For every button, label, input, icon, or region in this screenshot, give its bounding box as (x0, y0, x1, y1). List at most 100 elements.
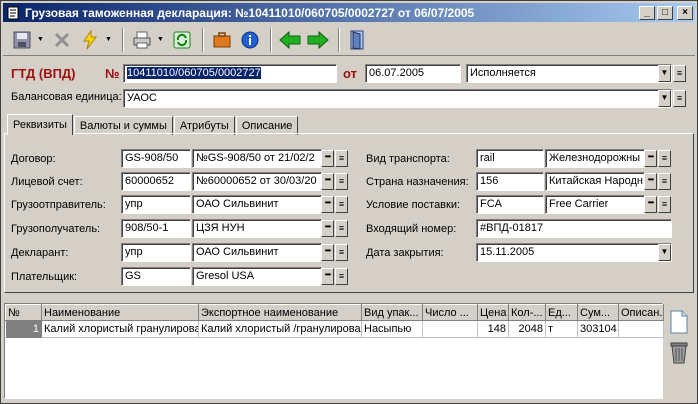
toolbar-separator (338, 27, 340, 52)
closing-date-select[interactable]: 15.11.2005 (476, 243, 672, 262)
cell-name[interactable]: Калий хлористый гранулирова (41, 320, 199, 338)
account-label: Лицевой счет: (11, 176, 83, 188)
incoming-number-input[interactable]: #ВПД-01817 (476, 219, 672, 238)
closing-date-label: Дата закрытия: (366, 247, 444, 259)
contract-lookup-icon[interactable]: ••• (321, 150, 334, 167)
date-label: от (343, 66, 357, 81)
shipper-menu-icon[interactable]: ≡ (335, 196, 348, 213)
lightning-icon (83, 29, 97, 49)
shipper-code-input[interactable]: упр (121, 195, 191, 214)
save-dropdown-icon[interactable]: ▼ (37, 36, 45, 43)
declaration-number-text: 10411010/060705/0002727 (127, 67, 261, 79)
consignee-lookup-icon[interactable]: ••• (321, 220, 334, 237)
account-lookup-icon[interactable]: ••• (321, 173, 334, 190)
maximize-button[interactable]: □ (657, 5, 673, 20)
goods-grid[interactable]: № Наименование Экспортное наименование В… (4, 303, 664, 399)
transport-label: Вид транспорта: (366, 153, 450, 165)
cell-sum[interactable]: 303104 (577, 320, 619, 338)
refresh-icon (173, 31, 191, 48)
contract-name-field: №GS-908/50 от 21/02/2 (192, 149, 322, 168)
delivery-terms-lookup-icon[interactable]: ••• (644, 196, 657, 213)
close-button[interactable]: × (677, 5, 693, 20)
payer-menu-icon[interactable]: ≡ (335, 268, 348, 285)
cell-description[interactable] (618, 320, 664, 338)
status-select[interactable]: Исполняется (466, 64, 672, 83)
declaration-number-input[interactable]: 10411010/060705/0002727 (123, 64, 337, 83)
new-row-button[interactable] (668, 309, 694, 337)
trash-icon (670, 342, 688, 364)
col-header-quantity[interactable]: Кол-... (508, 304, 546, 321)
destination-country-code-input[interactable]: 156 (476, 172, 544, 191)
account-code-input[interactable]: 60000652 (121, 172, 191, 191)
forward-button[interactable] (305, 27, 331, 53)
cell-unit[interactable]: т (545, 320, 578, 338)
print-button[interactable] (129, 27, 155, 53)
cell-quantity[interactable]: 2048 (508, 320, 546, 338)
declarant-code-input[interactable]: упр (121, 243, 191, 262)
transport-lookup-icon[interactable]: ••• (644, 150, 657, 167)
status-menu-icon[interactable]: ≡ (673, 65, 686, 82)
save-button[interactable] (9, 27, 35, 53)
briefcase-icon (213, 31, 231, 47)
delete-button[interactable] (49, 27, 75, 53)
forward-arrow-icon (307, 30, 329, 49)
consignee-name-field: ЦЗЯ НУН (192, 219, 322, 238)
balance-menu-icon[interactable]: ≡ (673, 90, 686, 107)
execute-button[interactable] (77, 27, 103, 53)
col-header-package-type[interactable]: Вид упак... (361, 304, 423, 321)
account-menu-icon[interactable]: ≡ (335, 173, 348, 190)
table-row[interactable]: 1 Калий хлористый гранулирова Калий хлор… (5, 320, 664, 338)
cell-price[interactable]: 148 (477, 320, 509, 338)
delivery-terms-code-input[interactable]: FCA (476, 195, 544, 214)
col-header-price[interactable]: Цена (477, 304, 509, 321)
delivery-terms-name-field: Free Carrier (545, 195, 645, 214)
title-bar[interactable]: Грузовая таможенная декларация: №1041101… (3, 3, 695, 22)
print-dropdown-icon[interactable]: ▼ (157, 36, 165, 43)
transport-menu-icon[interactable]: ≡ (658, 150, 671, 167)
contract-menu-icon[interactable]: ≡ (335, 150, 348, 167)
info-button[interactable] (237, 27, 263, 53)
payer-code-input[interactable]: GS (121, 267, 191, 286)
delivery-terms-menu-icon[interactable]: ≡ (658, 196, 671, 213)
balance-unit-select[interactable]: УАОС (123, 89, 672, 108)
col-header-description[interactable]: Описан... (618, 304, 664, 321)
cell-package-type[interactable]: Насыпью (361, 320, 423, 338)
declarant-menu-icon[interactable]: ≡ (335, 244, 348, 261)
minimize-button[interactable]: _ (639, 5, 655, 20)
exit-button[interactable] (345, 27, 371, 53)
contract-code-input[interactable]: GS-908/50 (121, 149, 191, 168)
refresh-button[interactable] (169, 27, 195, 53)
col-header-sum[interactable]: Сум... (577, 304, 619, 321)
transport-code-input[interactable]: rail (476, 149, 544, 168)
declarant-name-field: ОАО Сильвинит (192, 243, 322, 262)
toolbar-separator (202, 27, 204, 52)
delete-row-button[interactable] (668, 339, 694, 367)
closing-date-dropdown-icon[interactable]: ▼ (658, 244, 671, 261)
print-icon (133, 31, 151, 48)
cell-count[interactable] (422, 320, 478, 338)
cell-number[interactable]: 1 (5, 320, 42, 338)
consignee-menu-icon[interactable]: ≡ (335, 220, 348, 237)
declaration-date-input[interactable]: 06.07.2005 (365, 64, 461, 83)
status-dropdown-icon[interactable]: ▼ (658, 65, 671, 82)
destination-country-lookup-icon[interactable]: ••• (644, 173, 657, 190)
consignee-code-input[interactable]: 908/50-1 (121, 219, 191, 238)
briefcase-button[interactable] (209, 27, 235, 53)
destination-country-menu-icon[interactable]: ≡ (658, 173, 671, 190)
col-header-unit[interactable]: Ед... (545, 304, 578, 321)
shipper-lookup-icon[interactable]: ••• (321, 196, 334, 213)
col-header-name[interactable]: Наименование (41, 304, 199, 321)
tab-requisites[interactable]: Реквизиты (7, 114, 73, 135)
delete-icon (54, 32, 70, 47)
execute-dropdown-icon[interactable]: ▼ (105, 36, 113, 43)
balance-dropdown-icon[interactable]: ▼ (658, 90, 671, 107)
declarant-label: Декларант: (11, 247, 69, 259)
declarant-lookup-icon[interactable]: ••• (321, 244, 334, 261)
col-header-number[interactable]: № (5, 304, 42, 321)
col-header-count[interactable]: Число ... (422, 304, 478, 321)
payer-label: Плательщик: (11, 271, 78, 283)
payer-lookup-icon[interactable]: ••• (321, 268, 334, 285)
back-button[interactable] (277, 27, 303, 53)
cell-export-name[interactable]: Калий хлористый /гранулирова (198, 320, 362, 338)
col-header-export-name[interactable]: Экспортное наименование (198, 304, 362, 321)
